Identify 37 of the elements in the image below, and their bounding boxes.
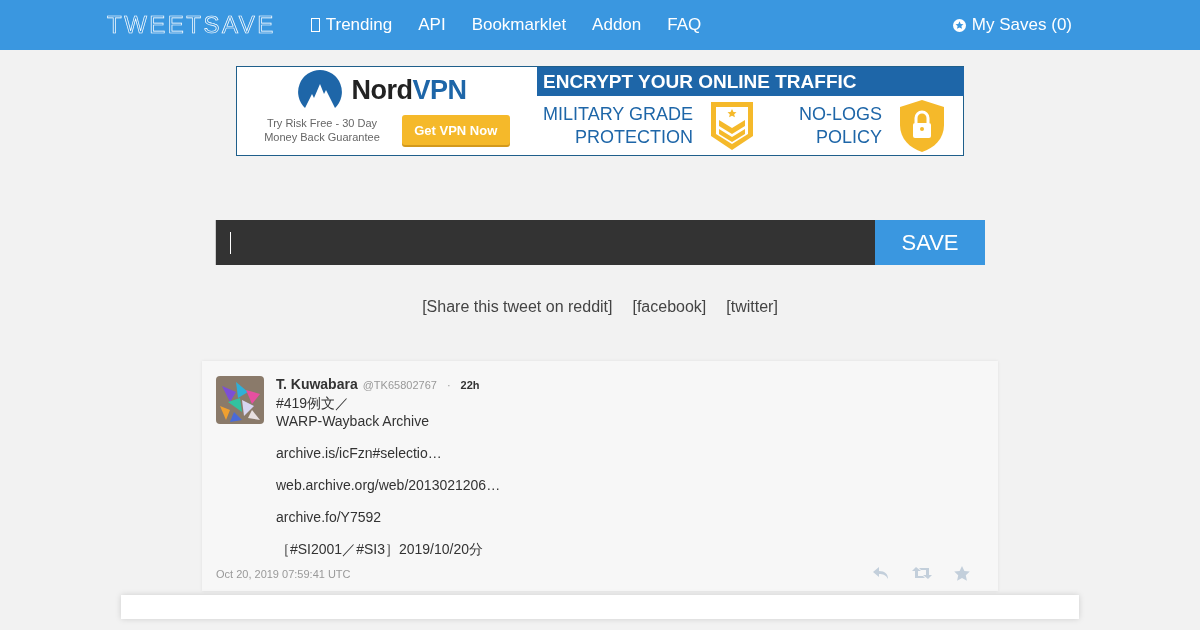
ad-headline: ENCRYPT YOUR ONLINE TRAFFIC [543, 70, 858, 94]
tweet-text: web.archive.org/web/2013021206… [276, 476, 502, 494]
site-logo[interactable]: TWEETSAVE [107, 11, 276, 39]
tweet-timestamp: Oct 20, 2019 07:59:41 UTC [216, 567, 352, 580]
user-name[interactable]: T. Kuwabara [276, 376, 358, 392]
box-icon [310, 18, 320, 32]
tweet-url-field[interactable] [215, 220, 875, 265]
tweet-text: ［#SI2001／#SI3］2019/10/20分 [276, 540, 485, 558]
nav-link[interactable]: API [405, 15, 459, 35]
nav-link[interactable]: Addon [579, 15, 655, 35]
share-link[interactable]: [Share this tweet on reddit] [422, 298, 613, 316]
favorite-star-icon[interactable] [954, 566, 970, 581]
share-link[interactable]: [facebook] [632, 298, 707, 316]
get-vpn-button[interactable]: Get VPN Now [401, 115, 510, 145]
tweet-text: archive.is/icFzn#selectio… [276, 444, 443, 462]
save-button[interactable]: SAVE [875, 220, 985, 265]
separator-dot: · [446, 379, 451, 391]
tagline: Try Risk Free - 30 Day Money Back Guarantee [264, 116, 380, 144]
share-link[interactable]: [twitter] [726, 298, 778, 316]
brand-name: NordVPN [351, 74, 467, 106]
retweet-icon[interactable] [912, 566, 932, 580]
tweet-text: #419例文／ WARP-Wayback Archive [276, 394, 430, 430]
tweet-age[interactable]: 22h [460, 379, 480, 391]
padlock-shield-icon [898, 98, 947, 153]
nav-link[interactable]: Trending [297, 15, 406, 35]
star-circle-icon [952, 18, 966, 32]
nav-link[interactable]: Bookmarklet [458, 15, 580, 35]
chevron-badge-icon [709, 99, 756, 152]
my-saves-link[interactable]: My Saves (0) [939, 15, 1085, 35]
nav-link[interactable]: FAQ [654, 15, 715, 35]
tweet-text: archive.fo/Y7592 [276, 508, 383, 526]
reply-icon[interactable] [872, 566, 890, 580]
feature-text: MILITARY GRADE PROTECTION [543, 102, 694, 149]
feature-text: NO-LOGS POLICY [799, 102, 883, 149]
text-cursor [230, 232, 231, 254]
mountain-logo-icon [297, 70, 344, 110]
user-handle[interactable]: @TK65802767 [362, 379, 437, 391]
